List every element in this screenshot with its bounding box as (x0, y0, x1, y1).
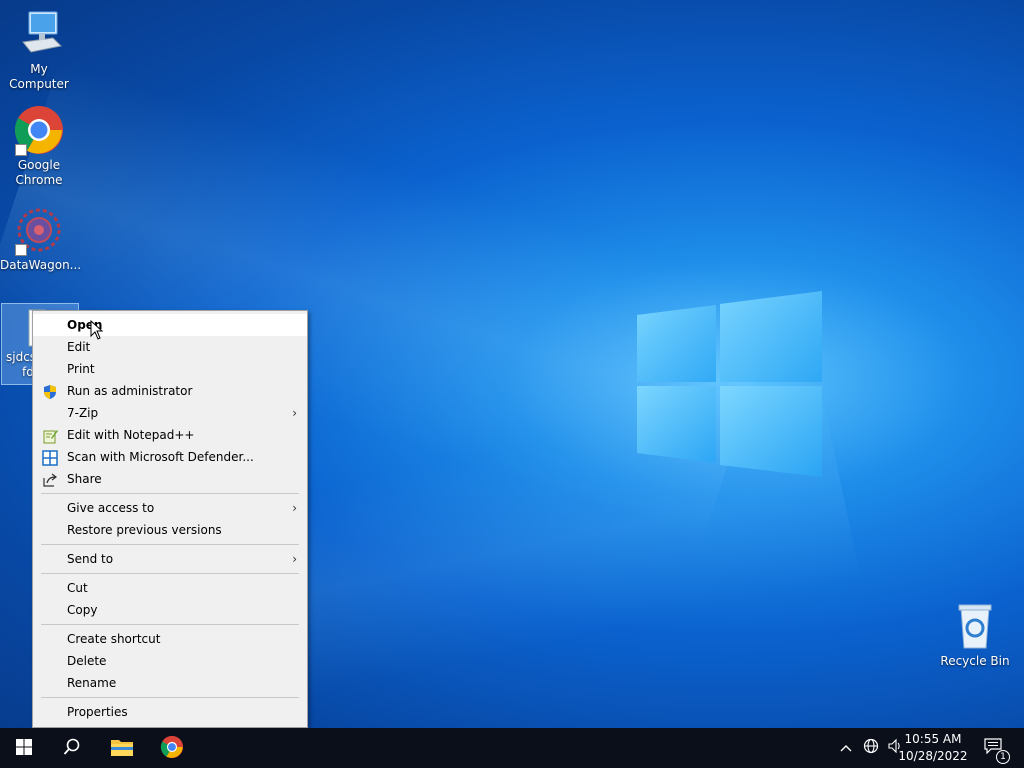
menu-item-send-to[interactable]: Send to › (33, 548, 307, 570)
desktop-icon-recycle-bin[interactable]: Recycle Bin (936, 600, 1014, 669)
menu-item-label: Run as administrator (67, 384, 193, 398)
desktop-icon-label: DataWagon... (0, 258, 82, 272)
menu-item-label: Cut (67, 581, 88, 595)
start-button[interactable] (0, 728, 48, 768)
submenu-arrow-icon: › (292, 552, 297, 566)
submenu-arrow-icon: › (292, 501, 297, 515)
menu-item-label: Rename (67, 676, 117, 690)
share-icon (42, 472, 58, 487)
menu-item-label: 7-Zip (67, 406, 99, 420)
file-explorer-button[interactable] (98, 728, 146, 768)
menu-item-label: Properties (67, 705, 128, 719)
menu-item-copy[interactable]: Copy (33, 599, 307, 621)
chrome-icon (160, 735, 184, 762)
shortcut-arrow-icon (15, 144, 27, 156)
clock-date: 10/28/2022 (898, 749, 968, 763)
desktop-icon-datawagon[interactable]: DataWagon... (0, 204, 82, 273)
menu-separator (41, 493, 299, 494)
menu-item-delete[interactable]: Delete (33, 650, 307, 672)
context-menu: Open Edit Print Run as administrator 7-Z… (32, 310, 308, 728)
search-icon (63, 738, 81, 759)
file-explorer-icon (110, 737, 134, 760)
search-button[interactable] (48, 728, 96, 768)
show-hidden-icons-button[interactable] (836, 728, 856, 768)
menu-separator (41, 544, 299, 545)
menu-item-7zip[interactable]: 7-Zip › (33, 402, 307, 424)
chrome-taskbar-button[interactable] (148, 728, 196, 768)
uac-shield-icon (42, 384, 58, 399)
menu-separator (41, 573, 299, 574)
menu-item-run-as-administrator[interactable]: Run as administrator (33, 380, 307, 402)
menu-item-properties[interactable]: Properties (33, 701, 307, 723)
menu-separator (41, 624, 299, 625)
chevron-up-icon (840, 741, 852, 756)
menu-item-open[interactable]: Open (33, 314, 307, 336)
menu-item-label: Edit (67, 340, 91, 354)
desktop-icon-label: My Computer (9, 62, 69, 91)
computer-icon (13, 8, 65, 60)
menu-item-edit-with-notepad-plus-plus[interactable]: Edit with Notepad++ (33, 424, 307, 446)
desktop-icon-label: Recycle Bin (940, 654, 1010, 668)
clock[interactable]: 10:55 AM 10/28/2022 (898, 731, 968, 765)
taskbar: 10:55 AM 10/28/2022 1 (0, 728, 1024, 768)
notification-count-badge: 1 (996, 750, 1010, 764)
recycle-bin-icon (949, 600, 1001, 652)
notepad-plus-plus-icon (42, 428, 58, 444)
menu-item-share[interactable]: Share (33, 468, 307, 490)
menu-item-label: Give access to (67, 501, 155, 515)
menu-item-label: Delete (67, 654, 107, 668)
menu-item-restore-previous-versions[interactable]: Restore previous versions (33, 519, 307, 541)
menu-item-label: Edit with Notepad++ (67, 428, 195, 442)
menu-item-label: Print (67, 362, 95, 376)
menu-item-label: Share (67, 472, 102, 486)
menu-item-scan-with-defender[interactable]: Scan with Microsoft Defender... (33, 446, 307, 468)
menu-item-edit[interactable]: Edit (33, 336, 307, 358)
menu-item-label: Create shortcut (67, 632, 161, 646)
desktop-icon-google-chrome[interactable]: Google Chrome (0, 104, 78, 188)
menu-item-rename[interactable]: Rename (33, 672, 307, 694)
network-button[interactable] (860, 728, 882, 768)
datawagon-icon (13, 204, 65, 256)
menu-item-label: Send to (67, 552, 114, 566)
windows-start-icon (16, 738, 32, 758)
menu-item-cut[interactable]: Cut (33, 577, 307, 599)
windows-logo-wallpaper (637, 291, 822, 477)
menu-item-label: Scan with Microsoft Defender... (67, 450, 254, 464)
clock-time: 10:55 AM (904, 732, 962, 746)
menu-item-label: Restore previous versions (67, 523, 222, 537)
chrome-icon (13, 104, 65, 156)
submenu-arrow-icon: › (292, 406, 297, 420)
menu-item-create-shortcut[interactable]: Create shortcut (33, 628, 307, 650)
menu-item-give-access-to[interactable]: Give access to › (33, 497, 307, 519)
shortcut-arrow-icon (15, 244, 27, 256)
defender-icon (42, 450, 58, 466)
menu-separator (41, 697, 299, 698)
desktop-icon-label: Google Chrome (15, 158, 63, 187)
mouse-cursor-icon (90, 320, 104, 340)
menu-item-label: Copy (67, 603, 98, 617)
desktop-icon-my-computer[interactable]: My Computer (0, 8, 78, 92)
network-globe-icon (863, 738, 879, 758)
menu-item-print[interactable]: Print (33, 358, 307, 380)
